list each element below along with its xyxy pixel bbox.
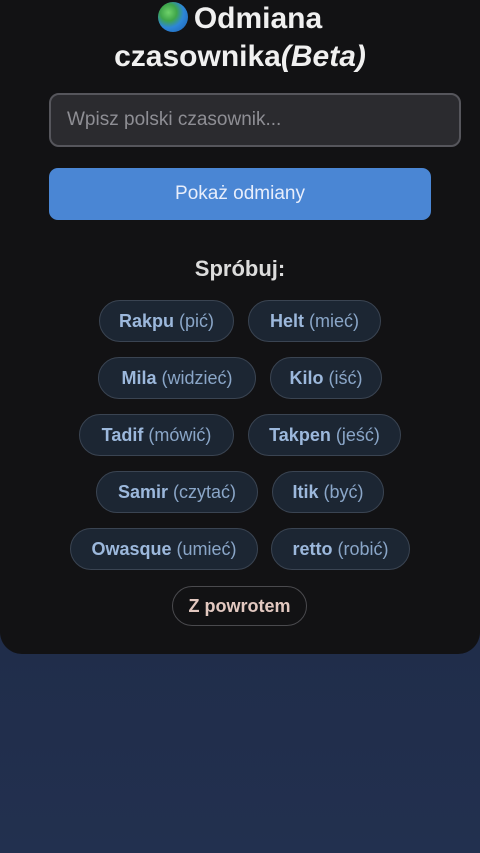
title-text-2: czasownika (114, 40, 281, 73)
globe-icon (157, 2, 188, 32)
example-chip-owasque[interactable]: Owasque (umieć) (70, 528, 258, 570)
chip-translation: (umieć) (176, 539, 237, 559)
example-chip-mila[interactable]: Mila (widzieć) (98, 357, 256, 399)
chip-translation: (widzieć) (161, 368, 233, 388)
chip-translation: (być) (323, 482, 364, 502)
chip-word: Owasque (91, 539, 172, 559)
example-chip-rakpu[interactable]: Rakpu (pić) (99, 300, 234, 342)
chip-word: Samir (117, 482, 168, 502)
chip-translation: (pić) (179, 311, 215, 331)
chip-word: retto (292, 539, 333, 559)
chip-translation: (czytać) (173, 482, 237, 502)
title-text-1: Odmiana (193, 2, 323, 35)
show-conjugations-button[interactable]: Pokaż odmiany (49, 168, 431, 220)
chip-word: Kilo (289, 368, 324, 388)
example-chip-retto[interactable]: retto (robić) (271, 528, 410, 570)
example-chip-samir[interactable]: Samir (czytać) (96, 471, 258, 513)
chip-word: Mila (121, 368, 157, 388)
chip-word: Rakpu (118, 311, 174, 331)
chip-translation: (iść) (328, 368, 363, 388)
example-chip-itik[interactable]: Itik (być) (272, 471, 384, 513)
title-line-1: Odmiana (0, 0, 480, 38)
chip-translation: (jeść) (335, 425, 380, 445)
back-button[interactable]: Z powrotem (172, 586, 307, 626)
chip-word: Takpen (269, 425, 331, 445)
chip-translation: (robić) (337, 539, 389, 559)
verb-search-input[interactable] (49, 93, 461, 147)
chip-word: Itik (292, 482, 319, 502)
example-chip-kilo[interactable]: Kilo (iść) (270, 357, 382, 399)
beta-label: (Beta) (280, 40, 366, 73)
example-chip-helt[interactable]: Helt (mieć) (248, 300, 381, 342)
chip-translation: (mówić) (148, 425, 212, 445)
try-label: Spróbuj: (194, 256, 286, 281)
page-title: Odmiana czasownika(Beta) (0, 0, 480, 76)
chip-translation: (mieć) (309, 311, 360, 331)
example-chip-takpen[interactable]: Takpen (jeść) (248, 414, 401, 456)
title-line-2: czasownika(Beta) (0, 38, 480, 76)
example-chip-tadif[interactable]: Tadif (mówić) (79, 414, 234, 456)
chip-word: Helt (269, 311, 304, 331)
chip-word: Tadif (101, 425, 144, 445)
